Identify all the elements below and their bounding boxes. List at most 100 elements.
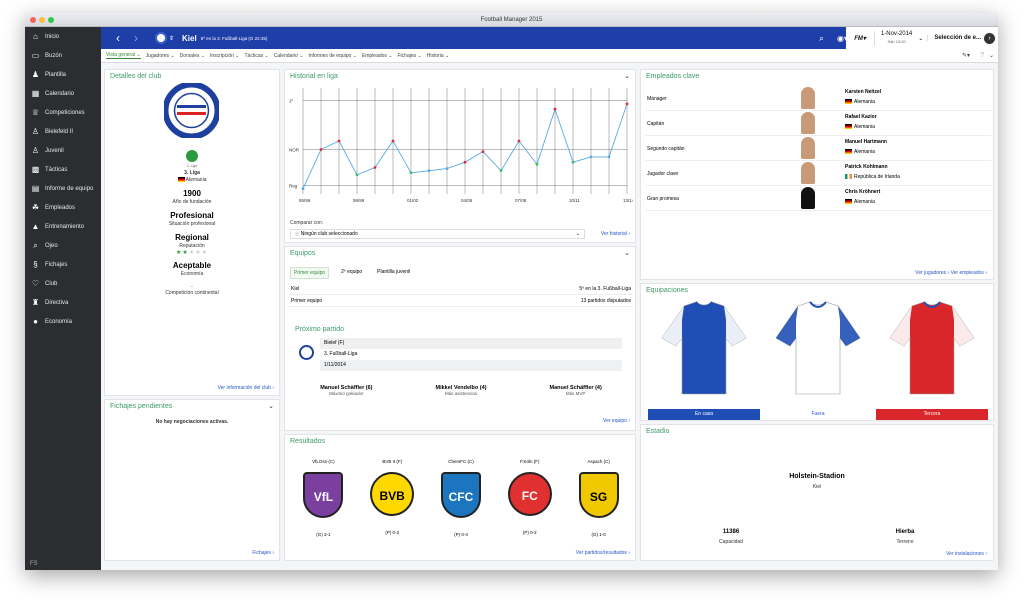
subnav-tab[interactable]: Empleados ⌄ <box>362 53 393 59</box>
back-button[interactable]: ‹ <box>109 31 127 45</box>
sidebar-item[interactable]: ▩ Tácticas <box>25 160 101 179</box>
facilities-link[interactable]: Ver instalaciones › <box>946 551 987 557</box>
chart-point[interactable] <box>481 150 485 153</box>
chart-point[interactable] <box>319 148 323 151</box>
sidebar-item[interactable]: ♙ Bielefeld II <box>25 122 101 141</box>
sidebar-item-label: Informe de equipo <box>45 185 94 192</box>
compare-select[interactable]: ◎ Ningún club seleccionado ⌄ <box>290 229 585 239</box>
minimize-window-icon[interactable] <box>39 17 45 23</box>
chart-point[interactable] <box>535 162 539 166</box>
club-info-link[interactable]: Ver información del club › <box>218 385 274 391</box>
league-history-chevron-icon[interactable]: ⌄ <box>624 72 630 80</box>
team-row[interactable]: Kiel 5º en la 3. Fußball-Liga <box>289 283 633 295</box>
sidebar-item[interactable]: ♟ Plantilla <box>25 65 101 84</box>
team-tab[interactable]: Plantilla juvenil <box>374 267 413 279</box>
sidebar-item[interactable]: ⌕ Ojeo <box>25 236 101 255</box>
staff-row[interactable]: Jugador clave Patrick Kohlmann República d… <box>645 161 991 186</box>
sidebar-item[interactable]: ▭ Buzón <box>25 46 101 65</box>
chart-point[interactable] <box>499 169 503 173</box>
date-dropdown-icon[interactable]: ⌄ <box>918 35 923 42</box>
subnav-tab[interactable]: Vista general ⌄ <box>106 52 141 59</box>
edit-icon[interactable]: ✎▾ <box>962 52 970 59</box>
continue-button[interactable]: Selección de e... <box>927 35 981 41</box>
subnav-tab[interactable]: Fichajes ⌄ <box>398 53 422 59</box>
pending-transfers-chevron-icon[interactable]: ⌄ <box>268 402 274 410</box>
maximize-window-icon[interactable] <box>48 17 54 23</box>
chart-point[interactable] <box>355 173 359 177</box>
history-link[interactable]: Ver historial › <box>601 231 630 237</box>
chart-point[interactable] <box>463 160 467 164</box>
subnav-tab[interactable]: Jugadores ⌄ <box>146 53 175 59</box>
chart-point[interactable] <box>337 139 341 143</box>
chart-point[interactable] <box>445 167 449 170</box>
close-window-icon[interactable] <box>30 17 36 23</box>
result-item[interactable]: Aspach (C) SG (G) 1-0 <box>564 459 633 537</box>
forward-button[interactable]: › <box>127 31 145 45</box>
subnav-tab[interactable]: Tácticas ⌄ <box>244 53 268 59</box>
next-match-row[interactable]: Bielef (F) <box>320 338 622 349</box>
staff-icon: ☘ <box>31 203 40 212</box>
staff-name[interactable]: Manuel Hartmann <box>845 139 887 145</box>
subnav-tab-label: Jugadores <box>145 52 170 59</box>
view-players-link[interactable]: Ver jugadores › <box>915 270 949 276</box>
team-row[interactable]: Primer equipo 13 partidos disputados <box>289 295 633 307</box>
chart-point[interactable] <box>301 187 305 191</box>
sidebar-item[interactable]: ▦ Calendario <box>25 84 101 103</box>
help-icon[interactable]: ? <box>980 52 984 59</box>
chart-point[interactable] <box>517 139 521 143</box>
kit-item[interactable]: Fuera <box>761 298 875 420</box>
staff-row[interactable]: Segundo capitán Manuel Hartmann Alemania <box>645 136 991 161</box>
result-item[interactable]: BVB II (F) BVB (P) 0-2 <box>358 459 427 537</box>
results-link[interactable]: Ver partidos/resultados › <box>576 550 630 556</box>
fm-menu-icon[interactable]: FM▾ <box>854 35 866 42</box>
kit-item[interactable]: En casa <box>647 298 761 420</box>
chart-point[interactable] <box>625 102 629 106</box>
sidebar-item[interactable]: ♙ Juvenil <box>25 141 101 160</box>
staff-name[interactable]: Karsten Neitzel <box>845 89 881 95</box>
sidebar-item[interactable]: ♕ Competiciones <box>25 103 101 122</box>
staff-row[interactable]: Mánager Karsten Neitzel Alemania <box>645 86 991 111</box>
chart-point[interactable] <box>409 171 413 175</box>
sidebar-item[interactable]: ♡ Club <box>25 274 101 293</box>
subnav-tab[interactable]: Calendario ⌄ <box>274 53 304 59</box>
search-icon[interactable]: ⌕ <box>819 33 824 44</box>
chart-point[interactable] <box>589 155 593 159</box>
transfers-link[interactable]: Fichajes › <box>252 550 274 556</box>
staff-name[interactable]: Patrick Kohlmann <box>845 164 888 170</box>
result-item[interactable]: F.Köln (F) FC (P) 0-2 <box>495 459 564 537</box>
chart-point[interactable] <box>391 139 395 143</box>
view-staff-link[interactable]: Ver empleados › <box>951 270 987 276</box>
team-switch-icon[interactable]: ⇕ <box>169 35 174 42</box>
chart-point[interactable] <box>607 155 611 159</box>
continue-arrow-icon[interactable]: › <box>984 32 995 44</box>
subnav-tab[interactable]: Historia ⌄ <box>427 53 450 59</box>
teams-chevron-icon[interactable]: ⌄ <box>624 249 630 257</box>
sidebar-item[interactable]: ● Economía <box>25 312 101 331</box>
date-display[interactable]: 1-Nov-2014 Sáb 13:00 <box>873 30 918 46</box>
result-item[interactable]: ChemFC (C) CFC (P) 0-4 <box>427 459 496 537</box>
team-link[interactable]: Ver equipo › <box>603 418 630 424</box>
kit-item[interactable]: Tercera <box>875 298 989 420</box>
subnav-tab[interactable]: Dorsales ⌄ <box>180 53 205 59</box>
team-tab[interactable]: Primer equipo <box>290 267 330 279</box>
team-crest-icon[interactable] <box>155 32 167 44</box>
chart-point[interactable] <box>553 107 557 111</box>
team-tab[interactable]: 2º equipo <box>338 267 365 279</box>
staff-name[interactable]: Rafael Kazior <box>845 114 877 120</box>
sidebar-item[interactable]: § Fichajes <box>25 255 101 274</box>
subnav-chevron-icon[interactable]: ⌄ <box>989 52 994 59</box>
staff-name[interactable]: Chris Kröhnert <box>845 189 880 195</box>
chart-point[interactable] <box>373 166 377 169</box>
chart-point[interactable] <box>427 169 431 173</box>
subnav-tab[interactable]: Inscripción ⌄ <box>210 53 240 59</box>
sidebar-item[interactable]: ♜ Directiva <box>25 293 101 312</box>
chart-point[interactable] <box>571 160 575 164</box>
sidebar-item[interactable]: ▲ Entrenamiento <box>25 217 101 236</box>
staff-row[interactable]: Gran promesa Chris Kröhnert Alemania <box>645 186 991 211</box>
sidebar-item[interactable]: ▤ Informe de equipo <box>25 179 101 198</box>
sidebar-item[interactable]: ⌂ Inicio <box>25 27 101 46</box>
result-item[interactable]: VfLOsn (C) VfL (G) 3-1 <box>289 459 358 537</box>
subnav-tab[interactable]: Informes de equipo ⌄ <box>308 53 356 59</box>
sidebar-item[interactable]: ☘ Empleados <box>25 198 101 217</box>
staff-row[interactable]: Capitán Rafael Kazior Alemania <box>645 111 991 136</box>
